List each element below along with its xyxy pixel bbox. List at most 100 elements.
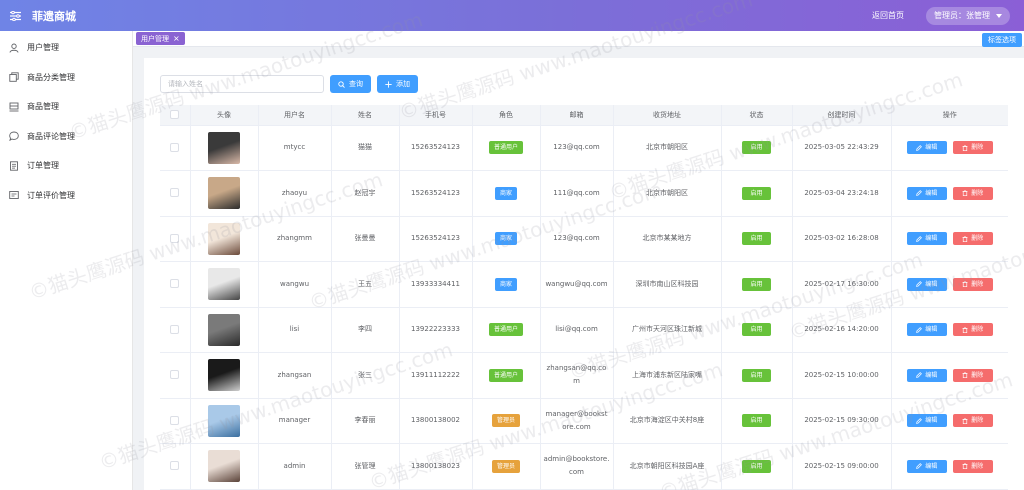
username-cell: zhangmm xyxy=(258,216,332,262)
avatar-cell xyxy=(190,443,259,490)
sidebar-item-categories[interactable]: 商品分类管理 xyxy=(0,63,132,93)
search-input[interactable] xyxy=(160,75,324,93)
status-badge[interactable]: 启用 xyxy=(742,186,771,200)
sidebar-item-label: 商品管理 xyxy=(27,102,59,112)
back-home-link[interactable]: 返回首页 xyxy=(872,10,904,21)
address-cell: 上海市浦东新区陆家嘴 xyxy=(613,352,722,399)
edit-label: 编辑 xyxy=(925,371,938,379)
edit-label: 编辑 xyxy=(925,326,938,334)
delete-button[interactable]: 删除 xyxy=(952,141,993,155)
status-badge[interactable]: 启用 xyxy=(742,368,771,382)
email-cell: wangwu@qq.com xyxy=(540,261,614,308)
email-cell: zhangsan@qq.com xyxy=(540,352,614,399)
row-checkbox[interactable] xyxy=(170,324,180,334)
row-checkbox[interactable] xyxy=(170,415,180,425)
status-badge[interactable]: 启用 xyxy=(742,141,771,155)
delete-label: 删除 xyxy=(971,280,984,288)
delete-button[interactable]: 删除 xyxy=(952,459,993,473)
edit-label: 编辑 xyxy=(925,417,938,425)
col-header: 角色 xyxy=(472,105,541,126)
menu-toggle-icon[interactable] xyxy=(0,0,30,31)
status-cell: 启用 xyxy=(721,443,793,490)
col-header: 收货地址 xyxy=(613,105,722,126)
avatar xyxy=(208,450,240,483)
edit-button[interactable]: 编辑 xyxy=(906,232,947,246)
row-checkbox[interactable] xyxy=(170,461,180,471)
email-cell: admin@bookstore.com xyxy=(540,443,614,490)
delete-button[interactable]: 删除 xyxy=(952,323,993,337)
row-checkbox[interactable] xyxy=(170,279,180,289)
actions-cell: 编辑 删除 xyxy=(891,352,1008,399)
role-cell: 商家 xyxy=(472,216,541,262)
edit-label: 编辑 xyxy=(925,462,938,470)
select-cell xyxy=(160,398,191,444)
username-cell: wangwu xyxy=(258,261,332,308)
edit-button[interactable]: 编辑 xyxy=(906,141,947,155)
col-header: 头像 xyxy=(190,105,259,126)
add-button-label: 添加 xyxy=(396,81,410,88)
table-row: manager 李春丽 13800138002 管理员 manager@bookstor… xyxy=(160,398,1008,444)
status-cell: 启用 xyxy=(721,170,793,217)
select-cell xyxy=(160,443,191,490)
sidebar-item-order-reviews[interactable]: 订单评价管理 xyxy=(0,181,132,211)
table-body: mtycc 猫猫 15263524123 普通用户 123@qq.com 北京市朝阳区 启用… xyxy=(160,125,1008,490)
search-button[interactable]: 查询 xyxy=(330,75,371,93)
tab-users[interactable]: 用户管理 × xyxy=(136,32,185,45)
col-header: 用户名 xyxy=(258,105,332,126)
edit-icon xyxy=(916,144,923,151)
select-all-cell xyxy=(160,105,191,126)
status-badge[interactable]: 启用 xyxy=(742,277,771,291)
address-cell: 广州市天河区珠江新城 xyxy=(613,307,722,353)
phone-cell: 13800138002 xyxy=(399,398,473,444)
role-tag: 普通用户 xyxy=(488,323,523,337)
sidebar-item-orders[interactable]: 订单管理 xyxy=(0,151,132,181)
row-checkbox[interactable] xyxy=(170,370,180,380)
status-badge[interactable]: 启用 xyxy=(742,232,771,246)
row-checkbox[interactable] xyxy=(170,233,180,243)
edit-button[interactable]: 编辑 xyxy=(906,414,947,428)
goods-icon xyxy=(9,102,19,112)
select-all-checkbox[interactable] xyxy=(170,110,180,120)
edit-button[interactable]: 编辑 xyxy=(906,459,947,473)
created-cell: 2025-03-02 16:28:08 xyxy=(792,216,892,262)
edit-button[interactable]: 编辑 xyxy=(906,323,947,337)
add-button[interactable]: 添加 xyxy=(377,75,418,93)
phone-cell: 13911112222 xyxy=(399,352,473,399)
row-checkbox[interactable] xyxy=(170,142,180,152)
status-badge[interactable]: 启用 xyxy=(742,459,771,473)
avatar-cell xyxy=(190,170,259,217)
edit-button[interactable]: 编辑 xyxy=(906,368,947,382)
created-cell: 2025-03-05 22:43:29 xyxy=(792,125,892,171)
edit-icon xyxy=(916,417,923,424)
avatar xyxy=(208,177,240,210)
sidebar-item-goods[interactable]: 商品管理 xyxy=(0,92,132,122)
avatar xyxy=(208,268,240,301)
delete-button[interactable]: 删除 xyxy=(952,414,993,428)
col-header: 邮箱 xyxy=(540,105,614,126)
row-checkbox[interactable] xyxy=(170,188,180,198)
sidebar-item-comments[interactable]: 商品评论管理 xyxy=(0,122,132,152)
col-header: 姓名 xyxy=(331,105,400,126)
edit-icon xyxy=(916,463,923,470)
delete-button[interactable]: 删除 xyxy=(952,232,993,246)
delete-button[interactable]: 删除 xyxy=(952,277,993,291)
delete-button[interactable]: 删除 xyxy=(952,368,993,382)
status-badge[interactable]: 启用 xyxy=(742,323,771,337)
trash-icon xyxy=(962,281,968,288)
admin-dropdown[interactable]: 管理员：张管理 xyxy=(926,6,1010,25)
delete-button[interactable]: 删除 xyxy=(952,186,993,200)
sidebar-item-label: 订单管理 xyxy=(27,161,59,171)
avatar xyxy=(208,222,240,255)
caret-down-icon xyxy=(996,13,1002,18)
edit-button[interactable]: 编辑 xyxy=(906,186,947,200)
edit-button[interactable]: 编辑 xyxy=(906,277,947,291)
role-tag: 管理员 xyxy=(491,414,520,428)
status-badge[interactable]: 启用 xyxy=(742,414,771,428)
delete-label: 删除 xyxy=(971,235,984,243)
delete-label: 删除 xyxy=(971,371,984,379)
delete-label: 删除 xyxy=(971,462,984,470)
username-cell: mtycc xyxy=(258,125,332,171)
close-icon[interactable]: × xyxy=(173,34,180,43)
tab-options-button[interactable]: 标签选项 xyxy=(982,33,1022,47)
sidebar-item-users[interactable]: 用户管理 xyxy=(0,33,132,63)
